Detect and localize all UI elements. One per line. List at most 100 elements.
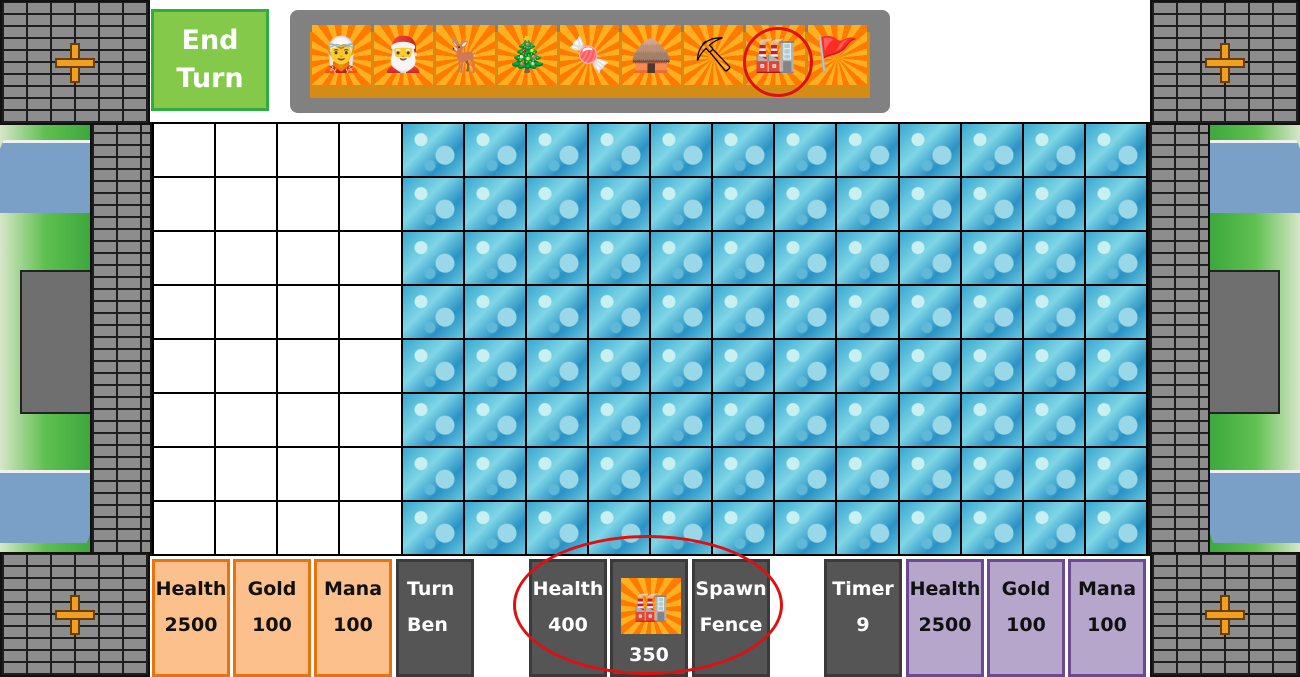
end-turn-button[interactable]: End Turn <box>151 9 269 111</box>
empty-tile[interactable] <box>278 340 339 392</box>
tower-top-left[interactable] <box>0 0 150 125</box>
ice-tile[interactable] <box>464 394 525 446</box>
ice-tile[interactable] <box>1023 502 1084 554</box>
ice-tile[interactable] <box>588 178 649 230</box>
ice-tile[interactable] <box>1023 178 1084 230</box>
ice-tile[interactable] <box>1085 232 1146 284</box>
ice-tile[interactable] <box>1023 394 1084 446</box>
ice-tile[interactable] <box>713 394 774 446</box>
ice-tile[interactable] <box>899 502 960 554</box>
ice-tile[interactable] <box>1085 340 1146 392</box>
ice-tile[interactable] <box>402 286 463 338</box>
ice-tile[interactable] <box>1023 232 1084 284</box>
empty-tile[interactable] <box>278 124 339 176</box>
ice-tile[interactable] <box>402 394 463 446</box>
ice-tile[interactable] <box>837 124 898 176</box>
ice-tile[interactable] <box>526 448 587 500</box>
empty-tile[interactable] <box>154 178 215 230</box>
ice-tile[interactable] <box>464 286 525 338</box>
ice-tile[interactable] <box>961 178 1022 230</box>
ice-tile[interactable] <box>961 394 1022 446</box>
ice-tile[interactable] <box>402 124 463 176</box>
ice-tile[interactable] <box>464 124 525 176</box>
empty-tile[interactable] <box>340 232 401 284</box>
empty-tile[interactable] <box>216 286 277 338</box>
ice-tile[interactable] <box>402 340 463 392</box>
ice-tile[interactable] <box>1085 394 1146 446</box>
ice-tile[interactable] <box>899 448 960 500</box>
ice-tile[interactable] <box>651 232 712 284</box>
ice-tile[interactable] <box>775 340 836 392</box>
ice-tile[interactable] <box>961 448 1022 500</box>
ice-tile[interactable] <box>837 232 898 284</box>
empty-tile[interactable] <box>216 232 277 284</box>
ice-tile[interactable] <box>464 448 525 500</box>
ice-tile[interactable] <box>837 286 898 338</box>
ice-tile[interactable] <box>402 448 463 500</box>
ice-tile[interactable] <box>1085 178 1146 230</box>
ice-tile[interactable] <box>1085 448 1146 500</box>
ice-tile[interactable] <box>899 232 960 284</box>
empty-tile[interactable] <box>340 286 401 338</box>
ice-tile[interactable] <box>526 124 587 176</box>
empty-tile[interactable] <box>216 178 277 230</box>
empty-tile[interactable] <box>154 124 215 176</box>
ice-tile[interactable] <box>464 502 525 554</box>
ice-tile[interactable] <box>588 232 649 284</box>
ice-tile[interactable] <box>1023 286 1084 338</box>
candy-cane-fence-icon[interactable]: 🍬 <box>560 25 619 85</box>
ice-tile[interactable] <box>588 286 649 338</box>
empty-tile[interactable] <box>216 448 277 500</box>
ice-tile[interactable] <box>837 178 898 230</box>
empty-tile[interactable] <box>340 502 401 554</box>
ice-tile[interactable] <box>588 448 649 500</box>
ice-tile[interactable] <box>588 394 649 446</box>
empty-tile[interactable] <box>278 394 339 446</box>
empty-tile[interactable] <box>154 502 215 554</box>
elf-icon[interactable]: 🧝 <box>312 25 371 85</box>
empty-tile[interactable] <box>216 340 277 392</box>
empty-tile[interactable] <box>340 394 401 446</box>
ice-tile[interactable] <box>961 340 1022 392</box>
ice-tile[interactable] <box>1085 502 1146 554</box>
ice-tile[interactable] <box>899 394 960 446</box>
ice-tile[interactable] <box>588 124 649 176</box>
ice-tile[interactable] <box>1023 340 1084 392</box>
ice-tile[interactable] <box>961 124 1022 176</box>
ice-tile[interactable] <box>775 232 836 284</box>
ice-tile[interactable] <box>651 124 712 176</box>
reindeer-icon[interactable]: 🦌 <box>436 25 495 85</box>
ice-tile[interactable] <box>464 340 525 392</box>
empty-tile[interactable] <box>216 502 277 554</box>
ice-tile[interactable] <box>402 232 463 284</box>
empty-tile[interactable] <box>154 394 215 446</box>
christmas-trees-icon[interactable]: 🎄 <box>498 25 557 85</box>
tower-bottom-right[interactable] <box>1150 552 1300 677</box>
ice-tile[interactable] <box>526 394 587 446</box>
ice-tile[interactable] <box>651 394 712 446</box>
ice-tile[interactable] <box>961 502 1022 554</box>
empty-tile[interactable] <box>340 448 401 500</box>
ice-tile[interactable] <box>464 232 525 284</box>
ice-tile[interactable] <box>837 448 898 500</box>
ice-tile[interactable] <box>1085 124 1146 176</box>
ice-tile[interactable] <box>651 340 712 392</box>
north-pole-sign-icon[interactable]: 🚩 <box>808 25 867 85</box>
ice-tile[interactable] <box>961 232 1022 284</box>
ice-tile[interactable] <box>899 286 960 338</box>
ice-tile[interactable] <box>526 232 587 284</box>
ice-tile[interactable] <box>713 124 774 176</box>
empty-tile[interactable] <box>278 286 339 338</box>
igloo-icon[interactable]: 🛖 <box>622 25 681 85</box>
ice-tile[interactable] <box>651 448 712 500</box>
ice-tile[interactable] <box>775 286 836 338</box>
ice-tile[interactable] <box>899 178 960 230</box>
ice-tile[interactable] <box>651 178 712 230</box>
empty-tile[interactable] <box>216 394 277 446</box>
ice-tile[interactable] <box>775 394 836 446</box>
ice-tile[interactable] <box>961 286 1022 338</box>
ice-tile[interactable] <box>775 124 836 176</box>
mine-entrance-icon[interactable]: ⛏ <box>684 25 743 85</box>
santa-icon[interactable]: 🎅 <box>374 25 433 85</box>
ice-tile[interactable] <box>651 286 712 338</box>
